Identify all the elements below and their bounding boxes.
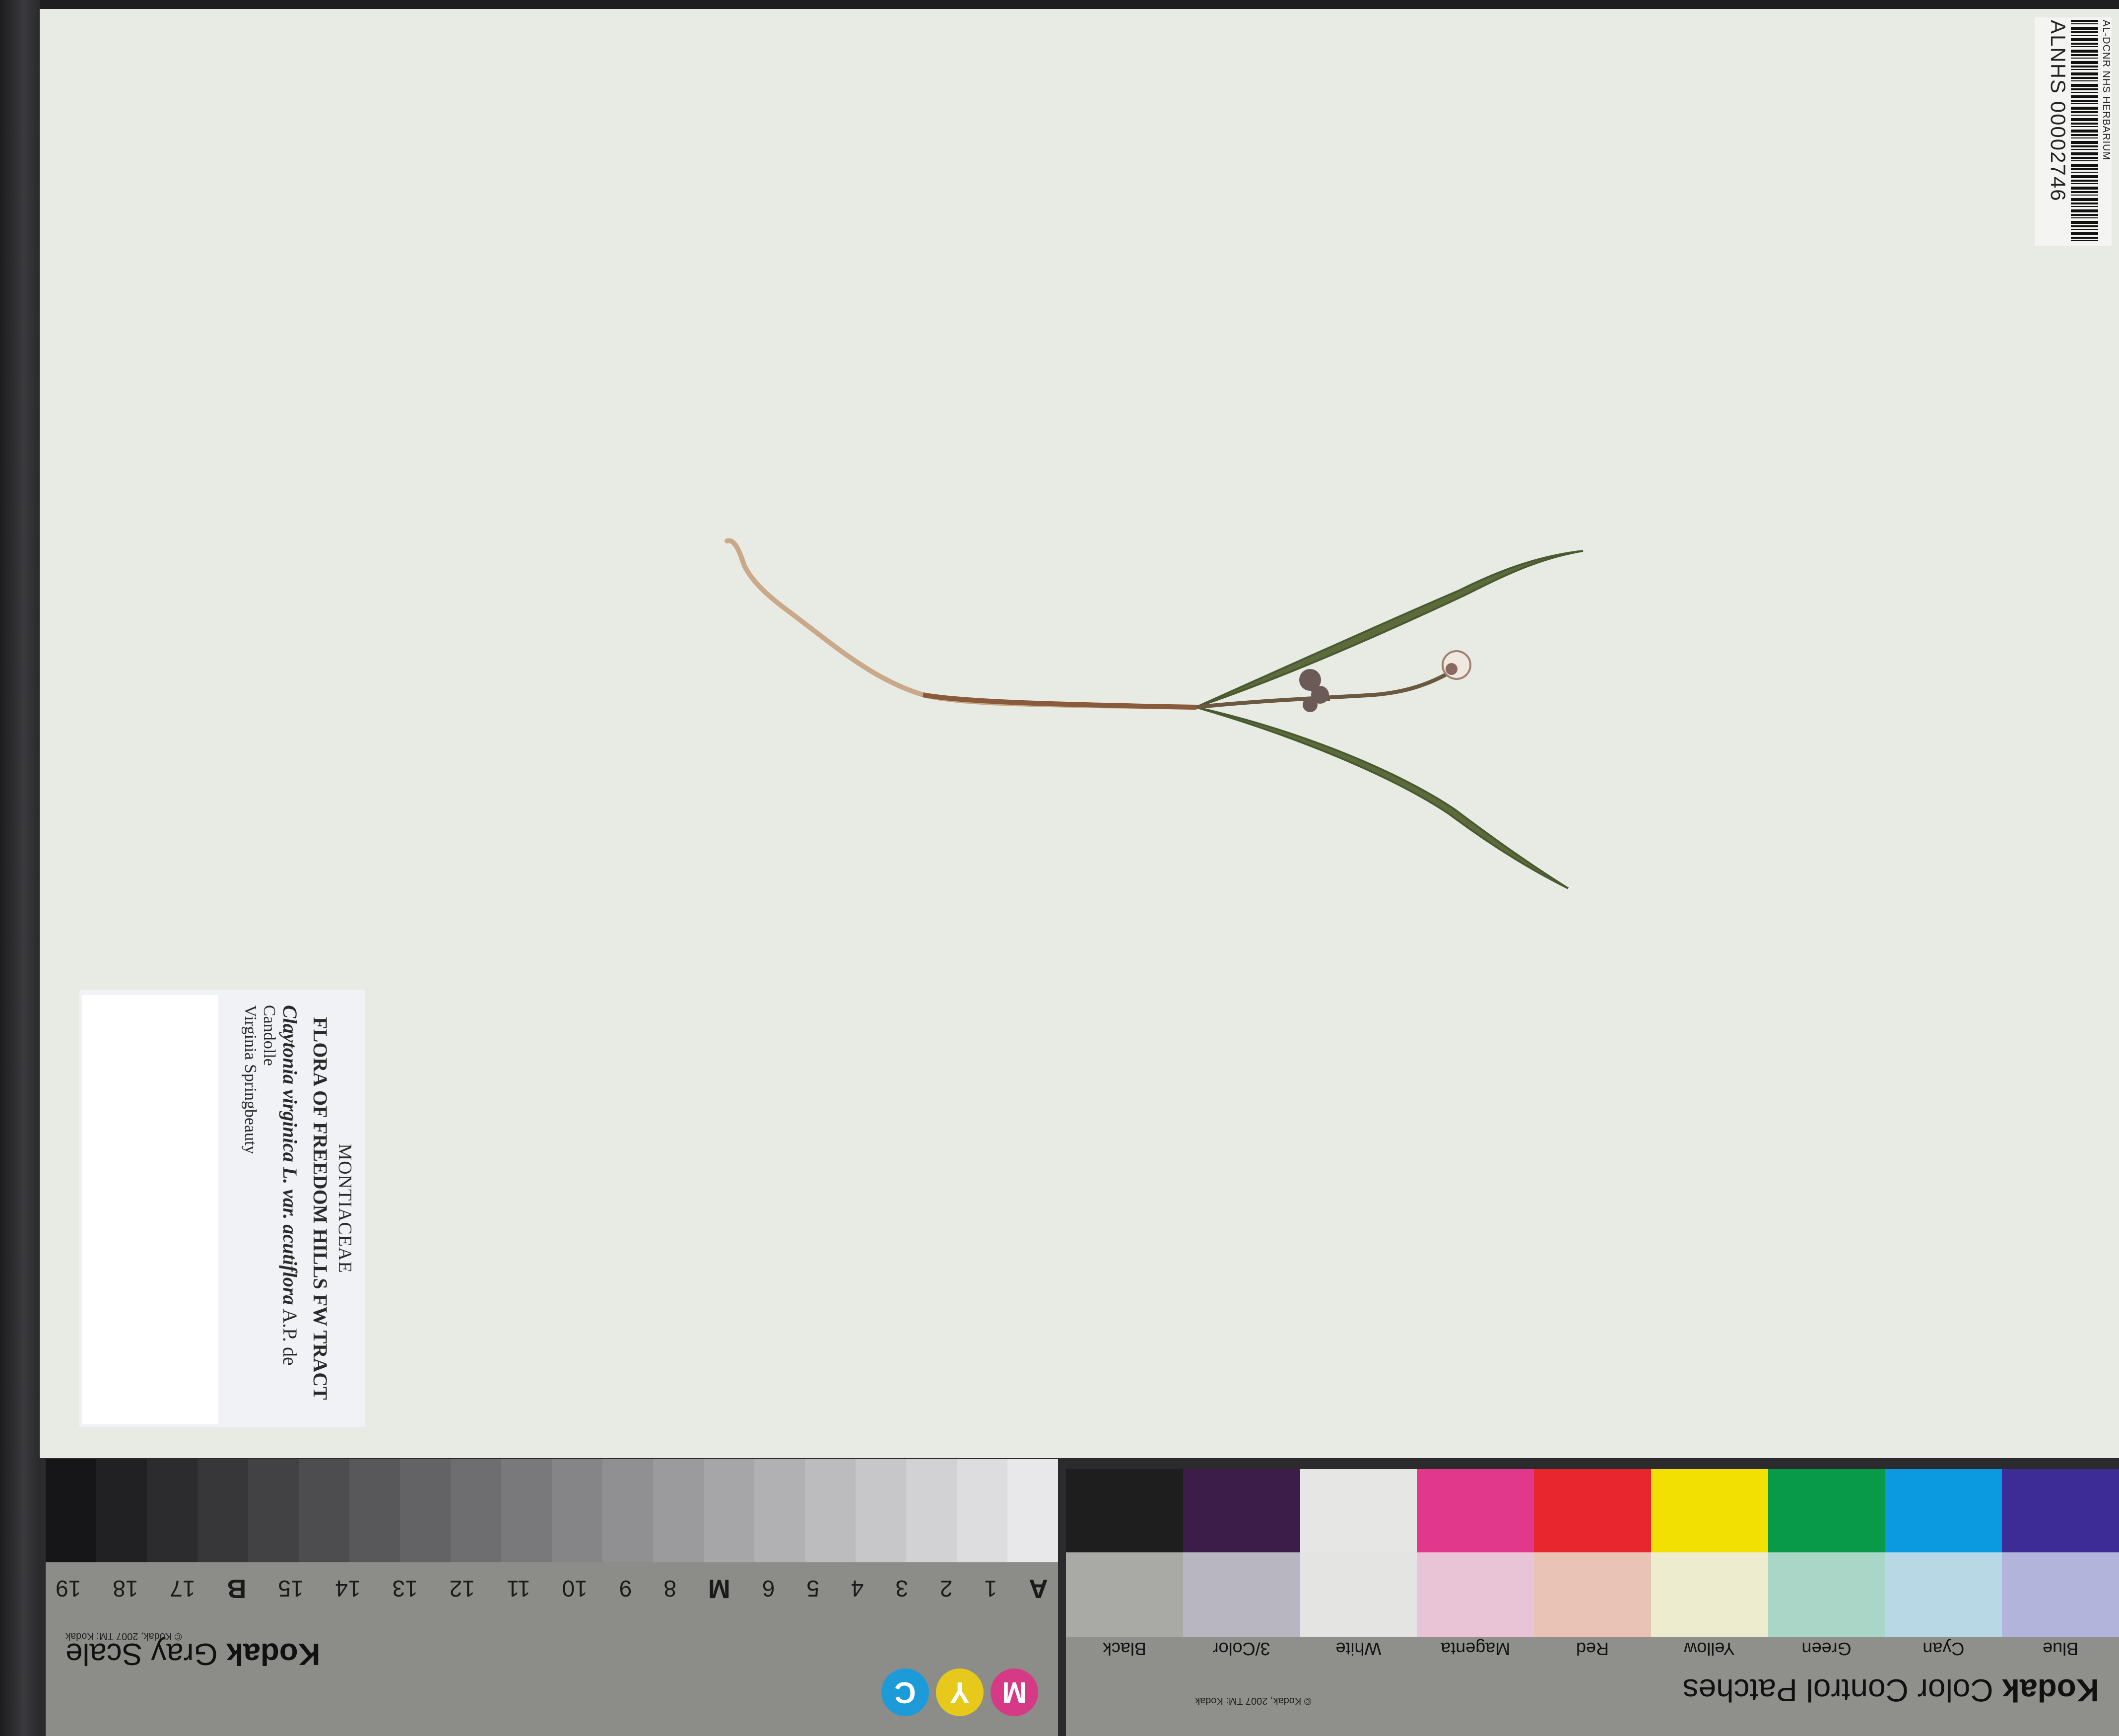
gray-tick: 13 — [392, 1576, 418, 1602]
gray-tick: 14 — [335, 1576, 361, 1602]
gray-tick: 19 — [56, 1576, 81, 1602]
color-patch — [1534, 1469, 1651, 1552]
gray-tick: 10 — [562, 1576, 588, 1602]
kodak-gray-scale: M Y C Kodak Gray Scale © Kodak, 2007 TM:… — [46, 1459, 1058, 1736]
gray-tick: 4 — [851, 1576, 864, 1602]
color-patch-name: Red — [1576, 1639, 1609, 1659]
lower-leaf — [1195, 706, 1569, 889]
gray-patch — [704, 1459, 754, 1562]
gray-patch — [754, 1459, 805, 1562]
gray-patch — [856, 1459, 906, 1562]
gray-patch — [552, 1459, 602, 1562]
gray-scale-strip — [46, 1459, 1058, 1562]
yellow-dot: Y — [936, 1669, 984, 1716]
gray-scale-copyright: © Kodak, 2007 TM: Kodak — [66, 1631, 182, 1642]
color-patch-names: Blue Cyan Green Yellow Red Magenta White 3/Colo… — [1066, 1638, 2119, 1659]
flower — [1442, 650, 1471, 680]
gray-tick: 8 — [663, 1576, 676, 1602]
color-patch — [1183, 1469, 1300, 1552]
label-family: MONTIACEAE — [334, 1143, 355, 1273]
color-patch — [1065, 1469, 1183, 1552]
gray-tick: B — [227, 1574, 247, 1603]
color-patches-title: Kodak Color Control Patches — [1682, 1672, 2099, 1708]
gray-scale-ticks: A 1 2 3 4 5 6 M 8 9 10 11 12 13 14 15 B 17 18 19 — [56, 1566, 1048, 1611]
color-patch — [1885, 1469, 2002, 1552]
upper-leaf — [1195, 550, 1584, 708]
gray-tick: M — [708, 1574, 730, 1603]
specimen-label-text: MONTIACEAE FLORA OF FREEDOM HILLS FW TRA… — [79, 990, 365, 1427]
gray-patch — [400, 1459, 451, 1562]
barcode-institution: AL-DCNR NHS HERBARIUM — [2101, 20, 2112, 161]
color-patch-name: Green — [1801, 1639, 1852, 1659]
gray-tick: 17 — [170, 1576, 196, 1602]
gray-patch — [46, 1459, 96, 1562]
gray-patch — [248, 1459, 299, 1562]
color-patch — [1768, 1469, 1885, 1552]
color-patch — [2002, 1552, 2119, 1637]
gray-scale-panel: M Y C Kodak Gray Scale © Kodak, 2007 TM:… — [46, 1562, 1058, 1736]
gray-patch — [349, 1459, 400, 1562]
color-patch — [1300, 1469, 1417, 1552]
gray-patch — [602, 1459, 653, 1562]
stem — [923, 692, 1196, 710]
color-patch — [2002, 1469, 2119, 1552]
gray-tick: 6 — [762, 1576, 775, 1602]
gray-patch — [1007, 1459, 1058, 1562]
gray-tick: 12 — [449, 1576, 475, 1602]
cyan-dot: C — [881, 1669, 929, 1716]
gray-tick: 2 — [939, 1576, 953, 1602]
gray-tick: 15 — [278, 1576, 304, 1602]
color-patch — [1885, 1552, 2002, 1637]
gray-patch — [957, 1459, 1007, 1562]
color-patch — [1065, 1552, 1183, 1637]
gray-patch — [653, 1459, 704, 1562]
color-patch — [1651, 1552, 1768, 1637]
color-patches-dark-row — [1065, 1469, 2119, 1552]
barcode: AL-DCNR NHS HERBARIUM ALNHS 00002746 — [2037, 20, 2112, 243]
color-patch — [1651, 1469, 1768, 1552]
color-patch-name: 3/Color — [1212, 1639, 1270, 1659]
color-patch — [1300, 1552, 1417, 1637]
gray-tick: 11 — [506, 1576, 530, 1602]
gray-tick: A — [1029, 1574, 1048, 1603]
label-scientific-name: Claytonia virginica L. var. acutiflora A… — [279, 1005, 301, 1366]
gray-patch — [501, 1459, 552, 1562]
root — [725, 538, 1198, 710]
gray-patch — [147, 1459, 198, 1562]
gray-patch — [906, 1459, 957, 1562]
gray-tick: 9 — [619, 1576, 632, 1602]
color-patch — [1417, 1552, 1534, 1637]
label-common-name: Virginia Springbeauty — [241, 1005, 260, 1154]
barcode-number: ALNHS 00002746 — [2047, 20, 2070, 202]
gray-patch — [451, 1459, 501, 1562]
gray-patch — [198, 1459, 248, 1562]
color-patch-name: Blue — [2043, 1639, 2079, 1659]
label-project: FLORA OF FREEDOM HILLS FW TRACT — [309, 1017, 331, 1400]
color-patches-light-row — [1065, 1552, 2119, 1637]
color-patches-panel: Kodak Color Control Patches © Kodak, 200… — [1066, 1637, 2119, 1736]
color-patch-name: Yellow — [1684, 1639, 1735, 1659]
color-patches-copyright: © Kodak, 2007 TM: Kodak — [1195, 1695, 1312, 1706]
gray-tick: 18 — [113, 1576, 138, 1602]
color-patch — [1768, 1552, 1885, 1637]
color-patch-name: Black — [1102, 1639, 1146, 1659]
label-authority: Candolle — [260, 1005, 278, 1066]
color-patch-name: White — [1335, 1639, 1382, 1659]
color-patch — [1417, 1469, 1534, 1552]
barcode-bars — [2071, 20, 2098, 243]
gray-tick: 3 — [895, 1576, 908, 1602]
color-patch-name: Cyan — [1922, 1639, 1965, 1659]
gray-tick: 5 — [806, 1576, 819, 1602]
gray-tick: 1 — [984, 1576, 997, 1602]
gray-patch — [299, 1459, 349, 1562]
gray-patch — [96, 1459, 147, 1562]
gray-patch — [805, 1459, 856, 1562]
magenta-dot: M — [991, 1669, 1038, 1716]
kodak-color-patches: 12345678910111213141516171819 Kodak Colo… — [1065, 1454, 2119, 1736]
color-patch-name: Magenta — [1441, 1639, 1511, 1659]
color-patch — [1534, 1552, 1651, 1637]
color-patch — [1183, 1552, 1300, 1637]
